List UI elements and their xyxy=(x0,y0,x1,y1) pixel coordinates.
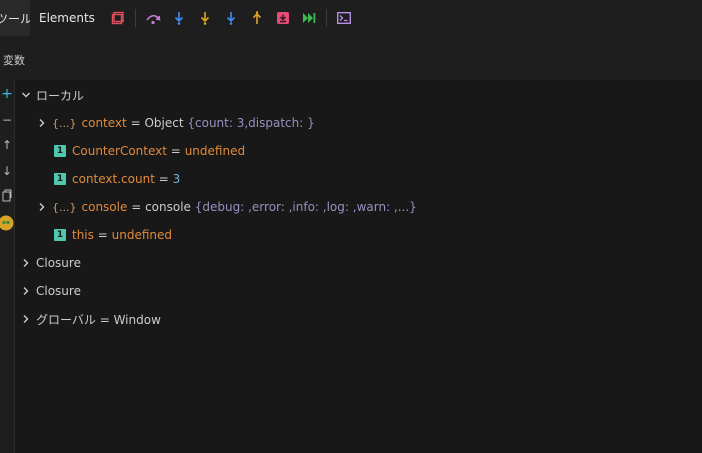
equals-sign: = xyxy=(131,200,142,214)
variable-name: context.count xyxy=(72,172,155,186)
chevron-right-icon[interactable] xyxy=(20,313,32,325)
add-watch-button[interactable]: + xyxy=(0,87,14,101)
pause-script-icon[interactable] xyxy=(110,10,126,26)
chevron-right-icon[interactable] xyxy=(20,285,32,297)
scope-global[interactable]: グローバル = Window xyxy=(15,307,702,331)
variables-tree: ローカル {...} context = Object {count: 3,di… xyxy=(15,80,702,453)
console-icon[interactable] xyxy=(336,10,352,26)
primitive-icon: 1 xyxy=(54,145,66,157)
primitive-icon: 1 xyxy=(54,173,66,185)
panel-title: 変数 xyxy=(3,54,25,67)
chevron-right-icon[interactable] xyxy=(36,117,48,129)
scope-closure[interactable]: Closure xyxy=(15,279,702,303)
variable-value: Object xyxy=(144,116,184,130)
remove-watch-button[interactable]: − xyxy=(0,113,14,127)
object-icon: {...} xyxy=(52,200,77,214)
value-preview: {count: 3,dispatch: } xyxy=(187,116,315,130)
variable-name: this xyxy=(72,228,94,242)
variables-header: 変数 xyxy=(0,36,702,81)
value-preview: {debug: ,error: ,info: ,log: ,warn: ,...… xyxy=(194,200,417,214)
equals-sign: = xyxy=(130,116,141,130)
continue-icon[interactable] xyxy=(301,10,317,26)
variable-row[interactable]: {...} console = console {debug: ,error: … xyxy=(15,195,702,219)
scope-label: ローカル xyxy=(36,88,85,103)
scope-closure[interactable]: Closure xyxy=(15,251,702,275)
equals-sign: = xyxy=(170,144,181,158)
variable-value: console xyxy=(145,200,191,214)
watch-gutter: + − ↑ ↓ xyxy=(0,80,15,453)
step-out-icon[interactable] xyxy=(249,10,265,26)
variable-row[interactable]: 1 context.count = 3 xyxy=(15,167,702,191)
step-into-async-icon[interactable] xyxy=(197,10,213,26)
toolbar-separator xyxy=(134,9,136,27)
step-into-icon[interactable] xyxy=(171,10,187,26)
variable-value: undefined xyxy=(184,144,246,158)
scope-label: Closure xyxy=(36,284,81,298)
tab-tools[interactable]: ツール xyxy=(0,0,30,36)
variable-name: CounterContext xyxy=(72,144,167,158)
debug-toolbar: ツール Elements xyxy=(0,0,702,36)
chevron-down-icon[interactable] xyxy=(20,89,32,101)
primitive-icon: 1 xyxy=(54,229,66,241)
variable-row[interactable]: {...} context = Object {count: 3,dispatc… xyxy=(15,111,702,135)
equals-sign: = xyxy=(158,172,169,186)
variable-row[interactable]: 1 this = undefined xyxy=(15,223,702,247)
break-on-exception-icon[interactable] xyxy=(275,10,291,26)
toolbar-separator xyxy=(325,9,327,27)
object-icon: {...} xyxy=(52,116,77,130)
scope-label: グローバル = Window xyxy=(36,312,161,327)
copy-icon[interactable] xyxy=(0,189,14,205)
move-up-button[interactable]: ↑ xyxy=(0,138,14,152)
chevron-right-icon[interactable] xyxy=(36,201,48,213)
variable-value: 3 xyxy=(172,172,181,186)
move-down-button[interactable]: ↓ xyxy=(0,164,14,178)
scope-local[interactable]: ローカル xyxy=(15,83,702,107)
variable-row[interactable]: 1 CounterContext = undefined xyxy=(15,139,702,163)
equals-sign: = xyxy=(97,228,108,242)
variable-value: undefined xyxy=(111,228,172,242)
step-over-icon[interactable] xyxy=(145,10,161,26)
variable-name: context xyxy=(81,116,127,130)
avatar-icon[interactable] xyxy=(0,214,14,235)
scope-label: Closure xyxy=(36,256,81,270)
variable-name: console xyxy=(81,200,128,214)
chevron-right-icon[interactable] xyxy=(20,257,32,269)
tab-elements[interactable]: Elements xyxy=(30,0,105,36)
step-into-specific-icon[interactable] xyxy=(223,10,239,26)
